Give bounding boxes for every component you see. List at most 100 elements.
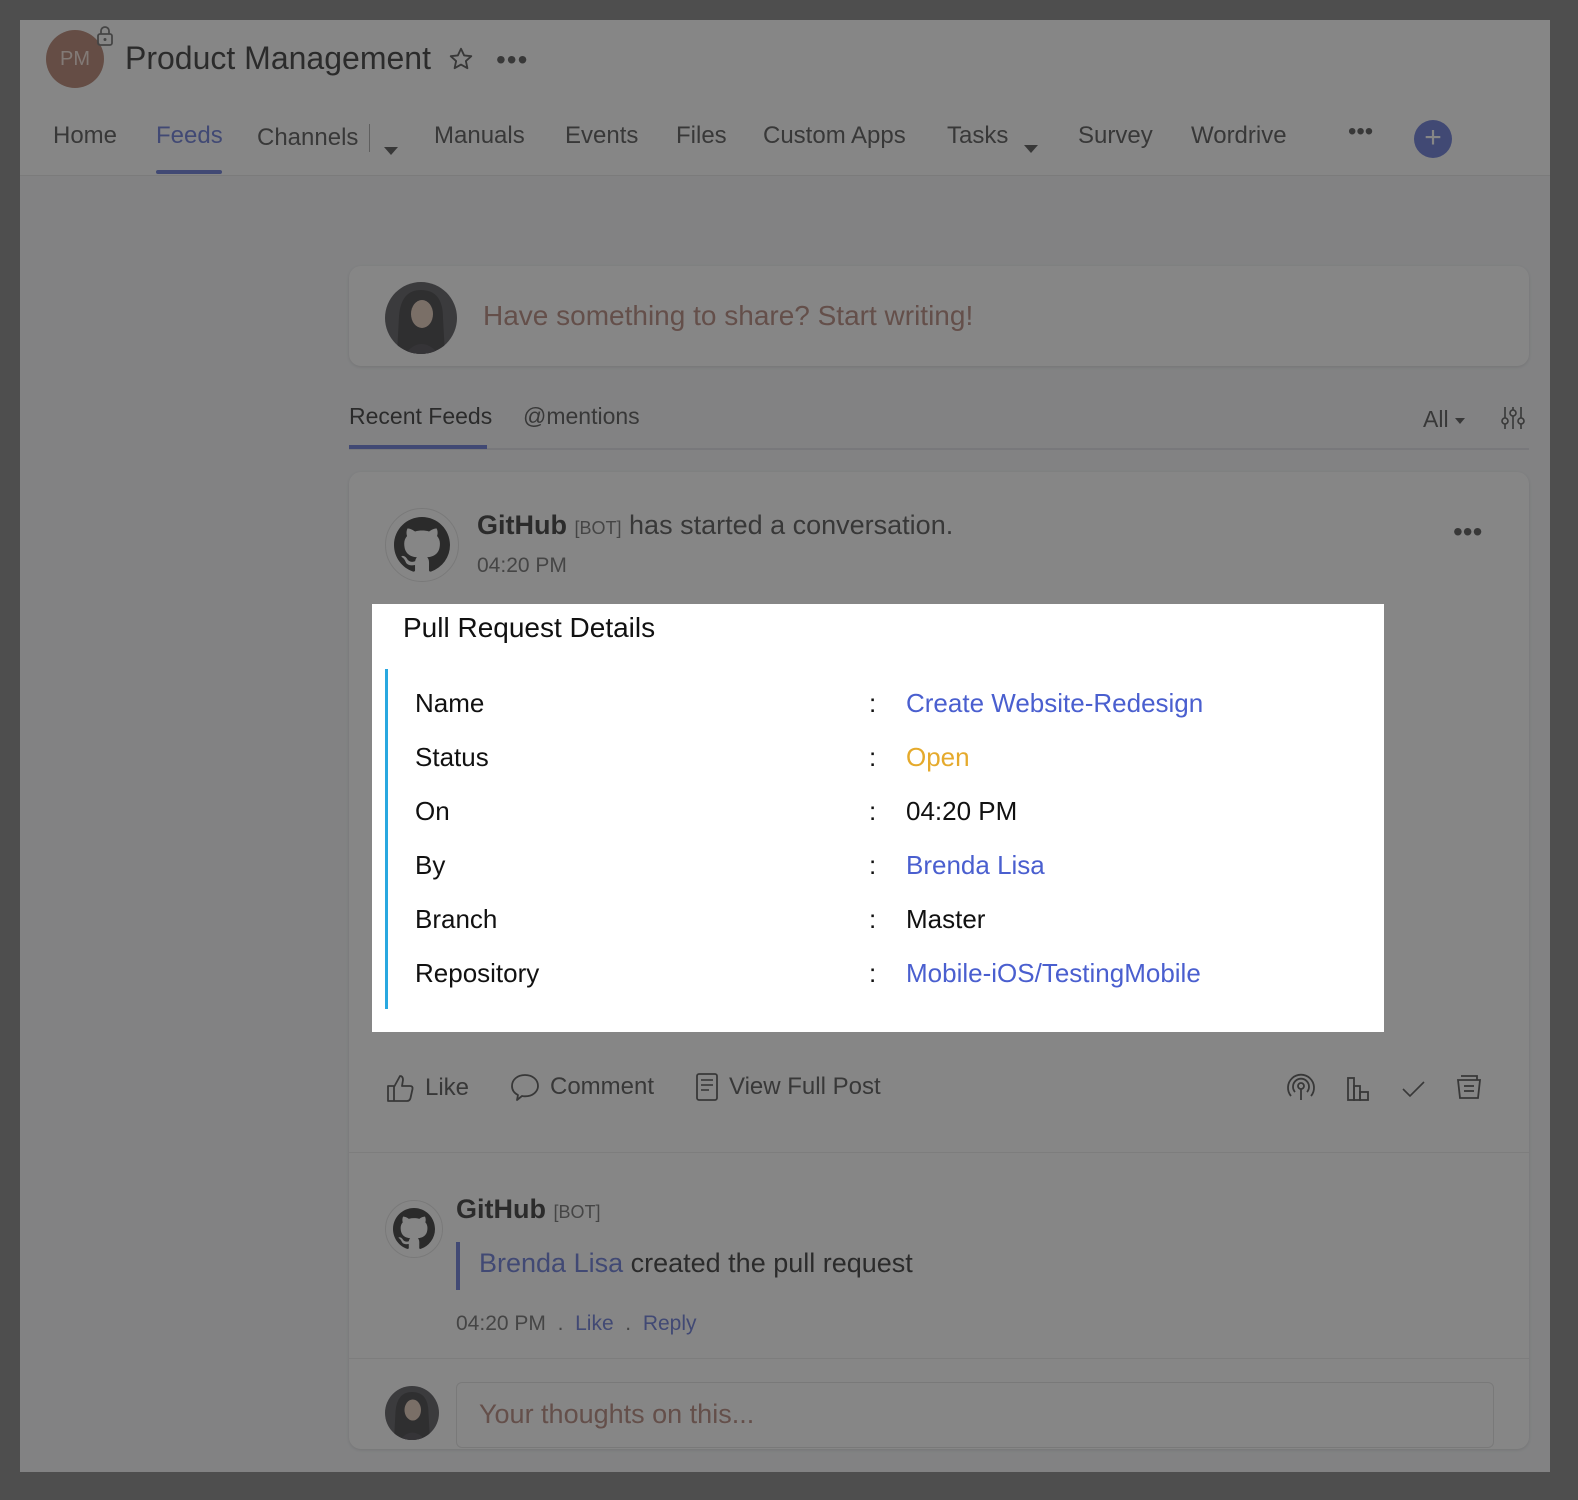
card-title: Pull Request Details — [403, 612, 656, 643]
comment-icon — [511, 1074, 539, 1101]
broadcast-icon[interactable] — [1285, 1072, 1317, 1104]
divider — [349, 1152, 1529, 1153]
tab-survey[interactable]: Survey — [1078, 122, 1153, 150]
pr-label: Name — [415, 688, 485, 718]
github-avatar[interactable] — [385, 508, 459, 582]
comment-user-link[interactable]: Brenda Lisa — [479, 1248, 623, 1278]
like-label: Like — [425, 1074, 470, 1101]
channels-separator — [369, 124, 370, 152]
pr-row-branch: Branch : Master — [415, 904, 1375, 944]
compose-box[interactable]: Have something to share? Start writing! — [349, 266, 1529, 366]
pr-row-repository: Repository : Mobile-iOS/TestingMobile — [415, 958, 1375, 998]
pr-author-link[interactable]: Brenda Lisa — [906, 850, 1045, 881]
pr-colon: : — [869, 850, 877, 880]
reply-placeholder: Your thoughts on this... — [479, 1399, 755, 1429]
page-title: Product Management — [125, 40, 431, 76]
quote-bar — [456, 1242, 460, 1290]
post-time: 04:20 PM — [477, 554, 567, 577]
pr-row-status: Status : Open — [415, 742, 1375, 782]
filter-icon[interactable] — [1499, 404, 1527, 432]
pr-label: Status — [415, 742, 489, 772]
chevron-down-icon — [1024, 145, 1038, 153]
chevron-down-icon — [1454, 417, 1465, 424]
comment-time: 04:20 PM — [456, 1312, 546, 1335]
chart-icon[interactable] — [1343, 1072, 1375, 1104]
comment-label: Comment — [550, 1073, 655, 1100]
pr-row-name: Name : Create Website-Redesign — [415, 688, 1375, 728]
user-avatar-icon — [385, 282, 457, 354]
comment-button[interactable]: Comment — [510, 1072, 654, 1102]
chevron-down-icon — [384, 147, 398, 155]
pr-row-by: By : Brenda Lisa — [415, 850, 1375, 890]
active-tab-indicator — [349, 445, 487, 449]
pr-colon: : — [869, 688, 877, 718]
tab-manuals[interactable]: Manuals — [434, 122, 525, 150]
tab-events[interactable]: Events — [565, 122, 638, 150]
pr-colon: : — [869, 742, 877, 772]
post-action: has started a conversation. — [629, 510, 954, 540]
archive-icon[interactable] — [1453, 1072, 1485, 1104]
pr-repository-link[interactable]: Mobile-iOS/TestingMobile — [906, 958, 1201, 989]
tasks-dropdown[interactable] — [1024, 132, 1038, 160]
like-button[interactable]: Like — [385, 1072, 469, 1104]
check-icon[interactable] — [1397, 1072, 1429, 1104]
channels-dropdown[interactable] — [384, 134, 398, 162]
pull-request-card: Pull Request Details Name : Create Websi… — [372, 604, 1384, 1032]
active-tab-indicator — [156, 170, 222, 174]
star-icon[interactable] — [448, 46, 474, 72]
like-icon — [387, 1075, 414, 1102]
card-accent-bar — [385, 669, 388, 1009]
view-post-icon — [696, 1073, 718, 1101]
bot-tag: [BOT] — [574, 518, 622, 538]
add-icon[interactable]: + — [1414, 120, 1452, 158]
pr-time-value: 04:20 PM — [906, 796, 1018, 826]
compose-placeholder: Have something to share? Start writing! — [483, 300, 974, 331]
pr-name-link[interactable]: Create Website-Redesign — [906, 688, 1203, 719]
pr-label: By — [415, 850, 446, 880]
feed-tabs: Recent Feeds @mentions All — [349, 400, 1529, 450]
tab-custom-apps[interactable]: Custom Apps — [763, 122, 906, 150]
group-header: PM Product Management ••• Home Feeds Cha… — [20, 20, 1550, 176]
view-post-label: View Full Post — [729, 1073, 881, 1100]
bot-tag: [BOT] — [553, 1202, 601, 1222]
tab-home[interactable]: Home — [53, 122, 117, 150]
tab-feeds[interactable]: Feeds — [156, 122, 223, 150]
filter-dropdown[interactable]: All — [1423, 406, 1465, 433]
comment-meta: 04:20 PM . Like . Reply — [456, 1312, 697, 1336]
comment-body: created the pull request — [630, 1248, 913, 1278]
feed-post: GitHub [BOT] has started a conversation.… — [349, 472, 1529, 1449]
more-icon[interactable]: ••• — [496, 44, 528, 76]
pr-colon: : — [869, 796, 877, 826]
pr-label: Repository — [415, 958, 540, 988]
pr-colon: : — [869, 904, 877, 934]
tab-files[interactable]: Files — [676, 122, 727, 150]
pr-label: Branch — [415, 904, 498, 934]
comment-author[interactable]: GitHub — [456, 1194, 546, 1224]
tab-channels[interactable]: Channels — [257, 124, 358, 152]
view-full-post-button[interactable]: View Full Post — [695, 1072, 881, 1102]
post-author-line: GitHub [BOT] has started a conversation. — [477, 510, 953, 541]
filter-value: All — [1423, 406, 1449, 432]
comment-author-line: GitHub [BOT] — [456, 1194, 601, 1225]
pr-label: On — [415, 796, 450, 826]
pr-status-value: Open — [906, 742, 970, 772]
github-icon — [394, 517, 450, 572]
post-author[interactable]: GitHub — [477, 510, 567, 540]
user-avatar[interactable] — [385, 282, 457, 354]
tab-recent-feeds[interactable]: Recent Feeds — [349, 403, 492, 430]
nav-more-icon[interactable]: ••• — [1348, 118, 1373, 146]
post-actions: Like Comment View Full Post — [349, 1068, 1529, 1118]
reply-user-avatar[interactable] — [385, 1386, 439, 1440]
comment-github-avatar[interactable] — [385, 1200, 443, 1258]
meta-separator: . — [619, 1312, 637, 1335]
tab-wordrive[interactable]: Wordrive — [1191, 122, 1287, 150]
pr-row-on: On : 04:20 PM — [415, 796, 1375, 836]
tab-mentions[interactable]: @mentions — [523, 403, 640, 430]
github-icon — [393, 1208, 435, 1249]
comment-reply-link[interactable]: Reply — [643, 1312, 697, 1335]
comment-like-link[interactable]: Like — [575, 1312, 614, 1335]
post-more-icon[interactable]: ••• — [1453, 516, 1482, 548]
reply-input[interactable]: Your thoughts on this... — [456, 1382, 1494, 1448]
meta-separator: . — [551, 1312, 570, 1335]
tab-tasks[interactable]: Tasks — [947, 122, 1008, 150]
